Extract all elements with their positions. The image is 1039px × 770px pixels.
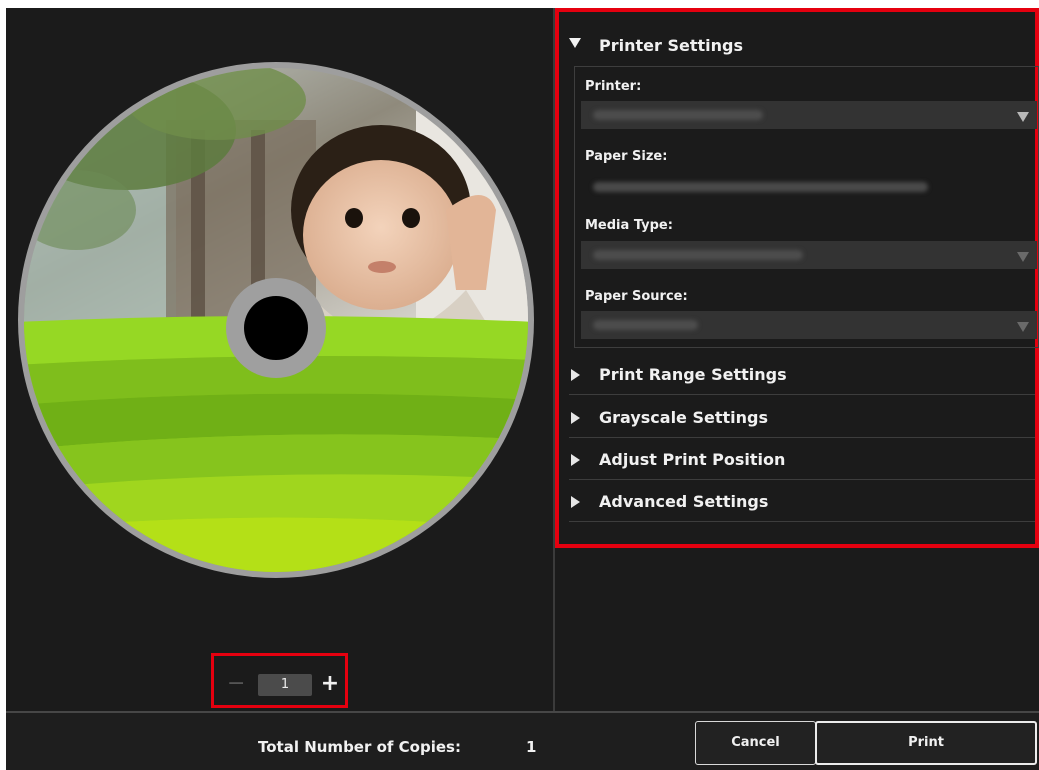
printer-label: Printer: xyxy=(585,79,642,94)
cancel-button[interactable]: Cancel xyxy=(695,721,816,765)
section-label: Print Range Settings xyxy=(599,365,787,384)
paper-size-value-redacted xyxy=(593,182,928,192)
print-button[interactable]: Print xyxy=(815,721,1037,765)
print-dialog: − 1 + Printer Settings Printer: Paper Si… xyxy=(6,8,1039,770)
footer-bar: Total Number of Copies: 1 Cancel Print xyxy=(6,711,1039,770)
printer-settings-header[interactable]: Printer Settings xyxy=(555,26,1039,60)
grayscale-settings-header[interactable]: Grayscale Settings xyxy=(555,398,1039,438)
dropdown-arrow-icon xyxy=(1017,252,1029,262)
printer-settings-panel: Printer: Paper Size: Media Type: Paper S… xyxy=(574,66,1039,348)
paper-source-select[interactable] xyxy=(581,311,1037,339)
collapsed-triangle-icon xyxy=(571,369,580,381)
disc-label-preview xyxy=(16,60,536,580)
settings-pane: Printer Settings Printer: Paper Size: Me… xyxy=(555,8,1039,711)
dropdown-arrow-icon xyxy=(1017,112,1029,122)
adjust-print-position-header[interactable]: Adjust Print Position xyxy=(555,440,1039,480)
divider xyxy=(569,521,1035,522)
advanced-settings-header[interactable]: Advanced Settings xyxy=(555,482,1039,522)
copies-stepper: − 1 + xyxy=(219,671,343,698)
divider xyxy=(569,479,1035,480)
printer-value-redacted xyxy=(593,110,763,120)
total-copies-label: Total Number of Copies: xyxy=(258,738,461,756)
media-type-select[interactable] xyxy=(581,241,1037,269)
copies-input[interactable]: 1 xyxy=(258,674,312,696)
print-range-settings-header[interactable]: Print Range Settings xyxy=(555,355,1039,395)
media-type-label: Media Type: xyxy=(585,218,673,233)
media-type-value-redacted xyxy=(593,250,803,260)
printer-settings-title: Printer Settings xyxy=(599,36,743,55)
section-label: Adjust Print Position xyxy=(599,450,786,469)
expanded-triangle-icon xyxy=(569,38,581,48)
section-label: Grayscale Settings xyxy=(599,408,768,427)
divider xyxy=(569,437,1035,438)
printer-select[interactable] xyxy=(581,101,1037,129)
disc-image xyxy=(18,62,534,578)
total-copies-value: 1 xyxy=(526,738,537,756)
section-label: Advanced Settings xyxy=(599,492,769,511)
collapsed-triangle-icon xyxy=(571,412,580,424)
collapsed-triangle-icon xyxy=(571,454,580,466)
preview-pane: − 1 + xyxy=(6,8,553,711)
decrement-copies-button[interactable]: − xyxy=(227,672,245,698)
collapsed-triangle-icon xyxy=(571,496,580,508)
increment-copies-button[interactable]: + xyxy=(319,671,341,697)
dropdown-arrow-icon xyxy=(1017,322,1029,332)
paper-size-label: Paper Size: xyxy=(585,149,668,164)
paper-source-label: Paper Source: xyxy=(585,289,688,304)
divider xyxy=(569,394,1035,395)
paper-source-value-redacted xyxy=(593,320,698,330)
